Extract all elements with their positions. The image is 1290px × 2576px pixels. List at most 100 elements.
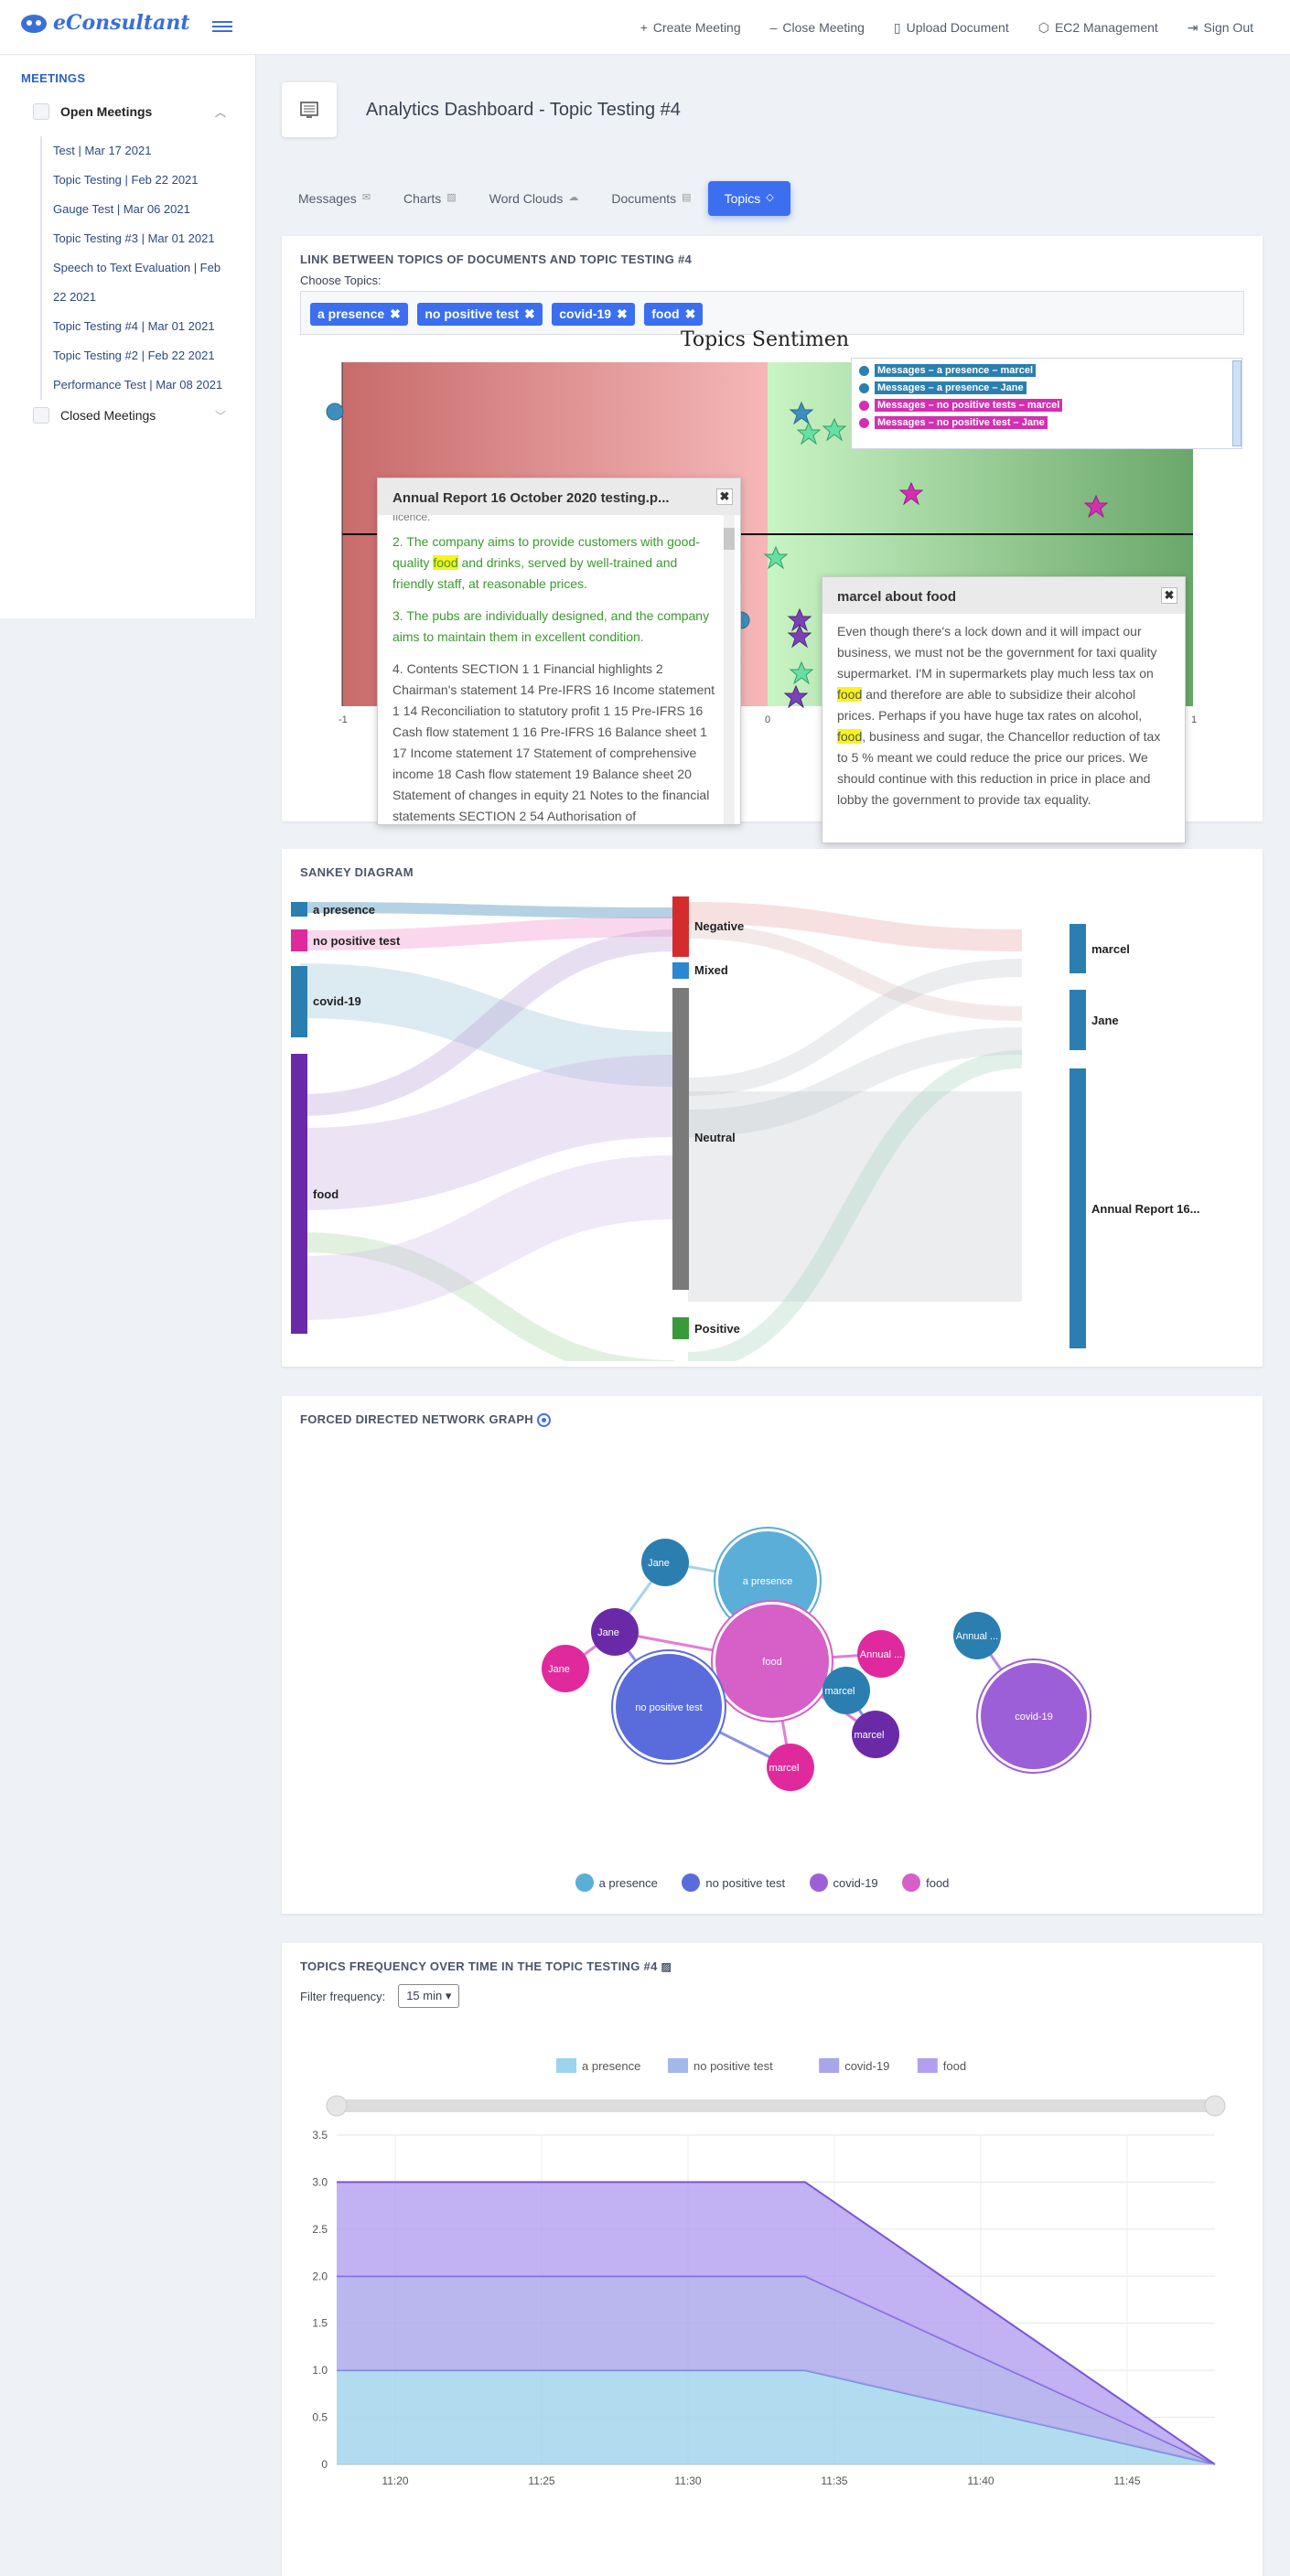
sankey-label: Jane [1091,1014,1119,1027]
sankey-node[interactable] [1070,1068,1086,1348]
meeting-item[interactable]: Gauge Test | Mar 06 2021 [42,195,255,224]
sankey-label: Annual Report 16... [1091,1202,1199,1216]
sidebar: MEETINGS Open Meetings ︿ Test | Mar 17 2… [0,55,256,618]
sankey-node[interactable] [291,902,307,917]
sankey-diagram: a presence no positive test covid-19 foo… [291,896,1199,1361]
close-icon[interactable]: ✖ [716,488,733,505]
sankey-card: SANKEY DIAGRAM a presence no positive te… [282,849,1263,1367]
topic-chip[interactable]: no positive test ✖ [417,303,543,326]
y-tick-label: 2.5 [312,2223,328,2236]
legend-swatch[interactable] [668,2058,688,2073]
close-icon[interactable]: ✖ [1161,587,1177,604]
popup-paragraph: 2. The company aims to provide customers… [392,531,716,595]
popup-title: Annual Report 16 October 2020 testing.p.… [392,490,670,506]
circle-icon [682,1873,701,1892]
sankey-node[interactable] [291,929,307,951]
legend-item[interactable]: a presence [575,1873,658,1892]
data-point-marker[interactable] [326,402,344,421]
tab-documents[interactable]: Documents ▤ [595,181,707,216]
meeting-item[interactable]: Performance Test | Mar 08 2021 [42,370,255,400]
legend-label: a presence [598,1875,658,1890]
topics-link-card: LINK BETWEEN TOPICS OF DOCUMENTS AND TOP… [282,236,1263,843]
frequency-card: TOPICS FREQUENCY OVER TIME IN THE TOPIC … [282,1943,1263,2576]
meeting-item[interactable]: Topic Testing | Feb 22 2021 [42,166,255,195]
frequency-chart: a presence no positive test covid-19 food 0… [312,2058,1226,2487]
remove-icon[interactable]: ✖ [524,306,535,322]
legend-item[interactable]: Messages – a presence – marcel [859,364,1234,377]
info-icon[interactable] [536,1413,551,1428]
meeting-item[interactable]: 22 2021 [42,283,255,312]
open-meetings-toggle[interactable]: Open Meetings ︿ [33,103,255,120]
legend-label: food [943,2059,966,2073]
tab-topics[interactable]: Topics ◇ [707,181,790,216]
sankey-label: covid-19 [313,994,361,1008]
node-label: a presence [743,1576,792,1587]
envelope-icon: ✉ [361,192,371,203]
topic-chip[interactable]: a presence ✖ [310,303,408,326]
x-tick-label: 11:25 [528,2474,554,2487]
legend-item[interactable]: Messages – no positive test – Jane [859,416,1234,429]
circle-icon [859,417,869,428]
chevron-down-icon: ﹀ [214,409,226,423]
tab-charts[interactable]: Charts ▨ [387,181,473,216]
minus-icon: – [769,20,778,35]
legend-item[interactable]: Messages – no positive tests – marcel [859,399,1234,412]
message-popup: marcel about food ✖ Even though there's a… [822,576,1186,843]
y-tick-label: 0.5 [312,2411,328,2424]
sidebar-title: MEETINGS [21,71,86,85]
tab-messages[interactable]: Messages ✉ [282,181,387,216]
node-label: Annual ... [956,1631,998,1642]
meeting-item[interactable]: Topic Testing #4 | Mar 01 2021 [42,312,255,341]
legend-item[interactable]: no positive test [682,1873,785,1892]
meeting-item[interactable]: Test | Mar 17 2021 [42,136,255,166]
select-value: 15 min [406,1989,443,2002]
topic-chip[interactable]: food ✖ [644,303,704,326]
card-title: TOPICS FREQUENCY OVER TIME IN THE TOPIC … [300,1959,1263,1973]
node-label: no positive test [635,1702,702,1713]
sign-out-link[interactable]: ⇥ Sign Out [1188,20,1253,36]
sankey-node[interactable] [672,988,689,1290]
sankey-node[interactable] [1070,924,1086,973]
legend-item[interactable]: food [902,1873,949,1892]
circle-icon [859,382,869,393]
sankey-node[interactable] [291,1054,307,1334]
ec2-management-link[interactable]: ⬡ EC2 Management [1038,20,1158,36]
meeting-item[interactable]: Speech to Text Evaluation | Feb [42,253,255,283]
card-title: FORCED DIRECTED NETWORK GRAPH [300,1412,1263,1428]
meeting-item[interactable]: Topic Testing #3 | Mar 01 2021 [42,224,255,253]
node-label: Jane [548,1664,570,1675]
sankey-node[interactable] [1070,990,1086,1050]
x-tick-label: 11:35 [821,2474,847,2487]
cube-icon: ⬡ [1037,19,1049,35]
remove-icon[interactable]: ✖ [390,306,401,322]
app-logo[interactable]: eConsultant [20,11,190,35]
remove-icon[interactable]: ✖ [617,306,628,322]
sign-out-label: Sign Out [1203,20,1253,35]
x-tick-label: 11:20 [382,2474,408,2487]
meeting-item[interactable]: Topic Testing #2 | Feb 22 2021 [42,341,255,370]
popup-scrollbar[interactable] [724,515,735,824]
close-meeting-link[interactable]: – Close Meeting [770,20,865,35]
legend-swatch[interactable] [819,2058,840,2073]
menu-toggle-icon[interactable] [212,18,232,35]
legend-item[interactable]: Messages – a presence – Jane [859,381,1234,394]
create-meeting-link[interactable]: + Create Meeting [640,20,741,35]
legend-swatch[interactable] [556,2058,576,2073]
sankey-node[interactable] [672,962,689,979]
legend-swatch[interactable] [917,2058,938,2073]
sankey-node[interactable] [291,966,307,1037]
tab-word-clouds[interactable]: Word Clouds ☁ [473,181,596,216]
legend-item[interactable]: covid-19 [809,1873,878,1892]
circle-icon [575,1873,594,1892]
remove-icon[interactable]: ✖ [685,306,696,322]
upload-document-link[interactable]: ▯ Upload Document [894,20,1009,36]
network-graph: a presence food no positive test covid-1… [542,1527,1091,1791]
sankey-node[interactable] [672,896,689,957]
range-slider-handle[interactable] [1204,2095,1226,2117]
topic-chip[interactable]: covid-19 ✖ [552,303,635,326]
closed-meetings-toggle[interactable]: Closed Meetings ﹀ [33,407,255,424]
sankey-node[interactable] [672,1317,689,1339]
range-slider-handle[interactable] [326,2095,348,2117]
frequency-select[interactable]: 15 min ▾ [398,1984,460,2008]
legend-scrollbar[interactable] [1232,360,1242,446]
